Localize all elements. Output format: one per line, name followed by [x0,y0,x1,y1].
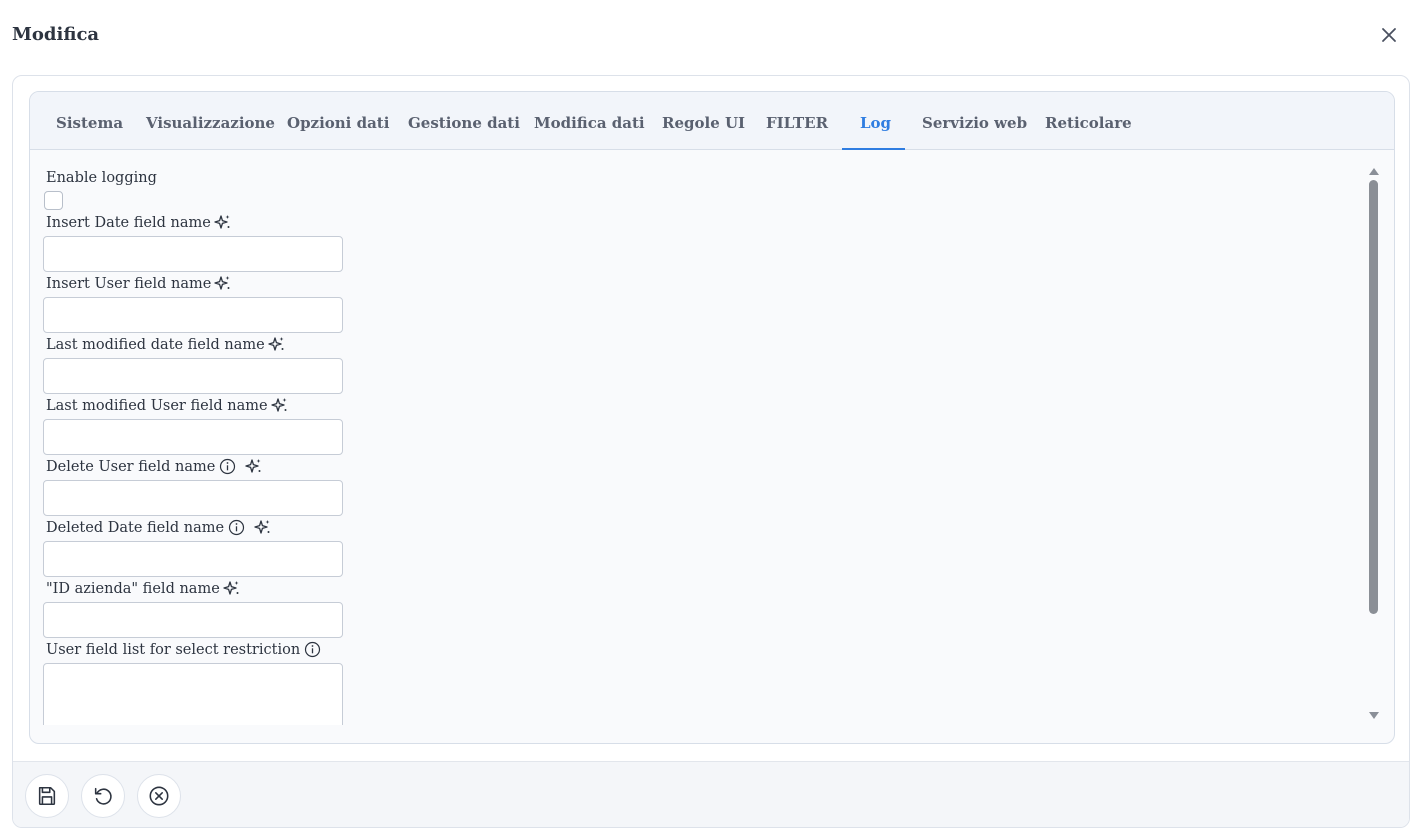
sparkle-icon[interactable] [254,519,271,536]
insert-user-label-text: Insert User field name [46,275,212,292]
close-icon [1382,28,1396,42]
tab-visualizzazione[interactable]: Visualizzazione [146,92,275,150]
sparkle-icon[interactable] [245,458,262,475]
sparkle-icon[interactable] [223,580,240,597]
tab-gestione-dati[interactable]: Gestione dati [408,92,520,150]
insert-date-input[interactable] [43,236,343,272]
last-modified-user-label-text: Last modified User field name [46,397,268,414]
vertical-scrollbar[interactable] [1366,164,1382,724]
delete-user-label-text: Delete User field name [46,458,216,475]
scroll-down-arrow-icon[interactable] [1369,712,1379,719]
delete-user-input[interactable] [43,480,343,516]
insert-date-label-text: Insert Date field name [46,214,211,231]
tab-filter[interactable]: FILTER [766,92,828,150]
sparkle-icon[interactable] [270,397,288,414]
undo-button[interactable] [81,774,125,818]
tab-bar: Sistema Visualizzazione Opzioni dati Ges… [30,92,1394,150]
sparkle-icon[interactable] [214,214,231,231]
enable-logging-checkbox[interactable] [44,191,63,210]
tab-servizio-web[interactable]: Servizio web [922,92,1027,150]
last-modified-user-input[interactable] [43,419,343,455]
insert-user-input[interactable] [43,297,343,333]
sparkle-icon[interactable] [268,336,285,353]
id-azienda-label: "ID azienda" field name [46,580,240,597]
deleted-date-label-text: Deleted Date field name [46,519,225,536]
id-azienda-label-text: "ID azienda" field name [46,580,220,597]
insert-date-label: Insert Date field name [46,214,231,231]
cancel-icon [149,786,169,806]
scrollbar-thumb[interactable] [1369,180,1378,614]
user-field-list-label-text: User field list for select restriction [46,641,301,658]
tab-opzioni-dati[interactable]: Opzioni dati [287,92,389,150]
log-settings-form: Enable logging Insert Date field name In… [30,150,1366,725]
last-modified-date-label-text: Last modified date field name [46,336,265,353]
close-button[interactable] [1378,24,1400,46]
tab-regole-ui[interactable]: Regole UI [662,92,745,150]
tab-log[interactable]: Log [860,92,891,150]
cancel-button[interactable] [137,774,181,818]
enable-logging-label: Enable logging [46,170,157,186]
dialog-body: Sistema Visualizzazione Opzioni dati Ges… [12,75,1410,828]
sparkle-icon[interactable] [214,275,231,292]
id-azienda-input[interactable] [43,602,343,638]
insert-user-label: Insert User field name [46,275,231,292]
last-modified-user-label: Last modified User field name [46,397,288,414]
deleted-date-input[interactable] [43,541,343,577]
scroll-up-arrow-icon[interactable] [1369,168,1379,175]
undo-icon [94,787,112,805]
info-icon[interactable] [219,458,236,475]
user-field-list-textarea[interactable] [43,663,343,725]
dialog-title: Modifica [12,24,100,45]
settings-card: Sistema Visualizzazione Opzioni dati Ges… [29,91,1395,744]
deleted-date-label: Deleted Date field name [46,519,271,536]
delete-user-label: Delete User field name [46,458,262,475]
info-icon[interactable] [228,519,245,536]
last-modified-date-input[interactable] [43,358,343,394]
tab-sistema[interactable]: Sistema [56,92,123,150]
save-icon [38,786,56,806]
last-modified-date-label: Last modified date field name [46,336,285,353]
tab-modifica-dati[interactable]: Modifica dati [534,92,645,150]
enable-logging-label-text: Enable logging [46,170,157,186]
user-field-list-label: User field list for select restriction [46,641,321,658]
save-button[interactable] [25,774,69,818]
dialog-footer [13,761,1409,827]
tab-reticolare[interactable]: Reticolare [1045,92,1132,150]
edit-dialog: Modifica Sistema Visualizzazione Opzioni… [0,0,1428,840]
info-icon[interactable] [304,641,321,658]
